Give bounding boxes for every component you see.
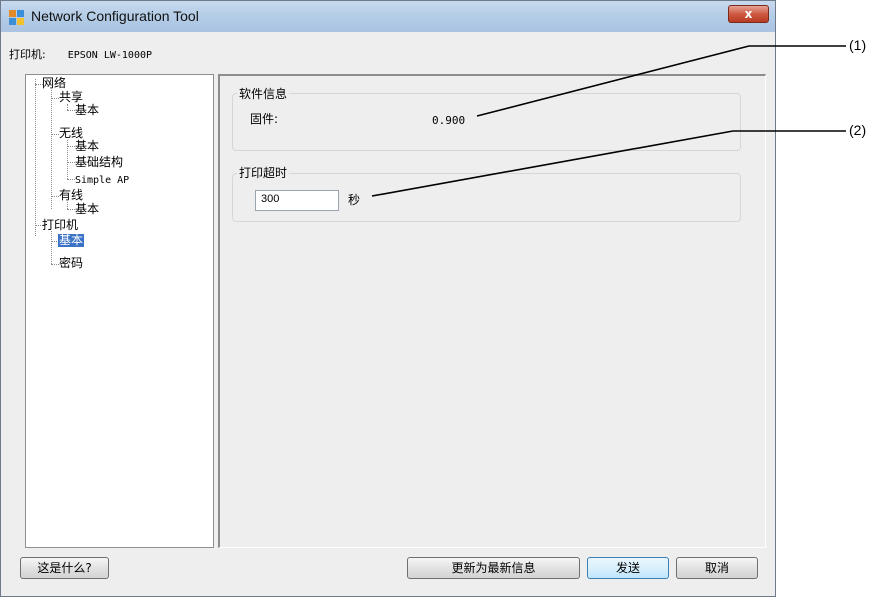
callout-lines: [371, 45, 846, 197]
callout-line-2: [371, 130, 734, 197]
callout-label-1: (1): [849, 37, 867, 53]
callout-line-1: [476, 45, 750, 117]
callout-label-2: (2): [849, 122, 867, 138]
